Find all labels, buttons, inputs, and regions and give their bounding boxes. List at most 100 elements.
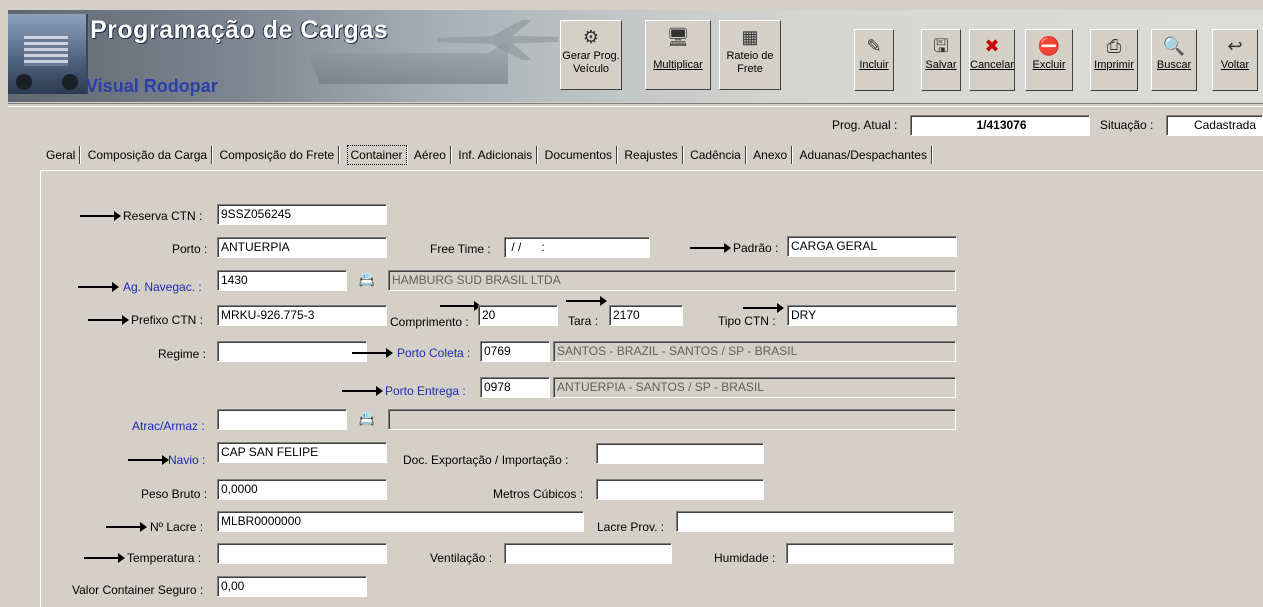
back-icon: ↩ [1227,36,1243,56]
navio-label[interactable]: Navio : [168,453,205,467]
porto-coleta-code-input[interactable]: 0769 [480,341,550,362]
n-lacre-input[interactable]: MLBR0000000 [217,511,584,532]
buscar-button[interactable]: 🔍 Buscar [1151,29,1197,91]
veiculo-label: Veículo [572,63,610,75]
tab-strip: Geral Composição da Carga Composição do … [46,145,936,166]
lookup-icon[interactable]: 📇 [357,270,377,290]
lacre-prov-input[interactable] [676,511,954,532]
imprimir-button[interactable]: ⎙ Imprimir [1090,29,1138,91]
situacao-field: Cadastrada [1166,115,1263,136]
cancelar-button[interactable]: ✖ Cancelar [969,29,1015,91]
required-arrow-icon [743,303,784,313]
rateio-frete-button[interactable]: ▦ Rateio de Frete [719,20,781,90]
multiplicar-button[interactable]: 🖥 Multiplicar [645,20,711,90]
header-divider [8,103,1263,107]
doc-exportacao-input[interactable] [596,443,764,464]
porto-entrega-code-input[interactable]: 0978 [480,377,550,398]
required-arrow-icon [690,243,731,253]
truck-logo-icon [8,14,88,94]
search-icon: 🔍 [1162,36,1186,56]
tab-geral[interactable]: Geral [46,146,81,164]
incluir-label: Incluir [859,59,889,71]
prefixo-ctn-input[interactable]: MRKU-926.775-3 [217,305,387,326]
free-time-label: Free Time : [430,242,491,256]
tab-documentos[interactable]: Documentos [545,146,618,164]
humidade-input[interactable] [786,543,954,564]
excluir-button[interactable]: ⛔ Excluir [1025,29,1073,91]
padrao-input[interactable]: CARGA GERAL [787,236,957,257]
lookup-icon[interactable]: 📇 [357,409,377,429]
metros-cubicos-label: Metros Cúbicos : [493,487,584,501]
reserva-ctn-label: Reserva CTN : [123,209,203,223]
tab-reajustes[interactable]: Reajustes [624,146,683,164]
navio-input[interactable]: CAP SAN FELIPE [217,442,387,463]
salvar-button[interactable]: 🖫 Salvar [921,29,961,91]
atrac-armaz-code-input[interactable] [217,409,347,430]
porto-input[interactable]: ANTUERPIA [217,237,387,258]
metros-cubicos-input[interactable] [596,479,764,500]
save-icon: 🖫 [933,36,949,56]
peso-bruto-label: Peso Bruto : [141,487,208,501]
app-title: Programação de Cargas [90,16,389,44]
tara-input[interactable]: 2170 [609,305,683,326]
app-subtitle: Visual Rodopar [86,76,218,96]
required-arrow-icon [342,386,383,396]
excluir-label: Excluir [1032,59,1066,71]
valor-container-seguro-label: Valor Container Seguro : [72,583,204,597]
required-arrow-icon [352,348,393,358]
ventilacao-input[interactable] [504,543,672,564]
valor-container-seguro-input[interactable]: 0,00 [217,576,367,597]
tab-aereo[interactable]: Aéreo [414,146,451,164]
tab-inf-adicionais[interactable]: Inf. Adicionais [458,146,538,164]
required-arrow-icon [80,211,121,221]
rateio-label: Rateio de [726,50,774,62]
required-arrow-icon [78,282,119,292]
tab-composicao-carga[interactable]: Composição da Carga [88,146,213,164]
gear-truck-icon: ⚙ [582,27,600,47]
ship-illustration [308,40,508,84]
cancel-icon: ✖ [984,36,1000,56]
tipo-ctn-label: Tipo CTN : [718,314,776,328]
temperatura-input[interactable] [217,543,387,564]
ventilacao-label: Ventilação : [430,551,493,565]
peso-bruto-input[interactable]: 0,0000 [217,479,387,500]
free-time-input[interactable]: / / : [504,237,650,258]
ag-navegac-label[interactable]: Ag. Navegac. : [123,280,202,294]
multiplicar-label: Multiplicar [653,59,703,71]
tipo-ctn-input[interactable]: DRY [787,305,957,326]
voltar-label: Voltar [1220,59,1250,71]
split-icon: ▦ [741,27,759,47]
porto-coleta-name-field: SANTOS - BRAZIL - SANTOS / SP - BRASIL [553,341,956,362]
ag-navegac-code-input[interactable]: 1430 [217,270,347,291]
reserva-ctn-input[interactable]: 9SSZ056245 [217,204,387,225]
gerar-prog-label: Gerar Prog. [562,50,620,62]
porto-coleta-label[interactable]: Porto Coleta : [397,346,470,360]
voltar-button[interactable]: ↩ Voltar [1212,29,1258,91]
comprimento-label: Comprimento : [390,315,469,329]
atrac-armaz-label[interactable]: Atrac/Armaz : [132,419,205,433]
imprimir-label: Imprimir [1094,59,1134,71]
tab-composicao-frete[interactable]: Composição do Frete [219,146,340,164]
padrao-label: Padrão : [733,241,779,255]
situacao-label: Situação : [1100,118,1154,132]
tab-anexo[interactable]: Anexo [753,146,793,164]
tara-label: Tara : [568,314,599,328]
tab-container[interactable]: Container [346,145,407,165]
porto-entrega-label[interactable]: Porto Entrega : [385,384,466,398]
ag-navegac-name-field: HAMBURG SUD BRASIL LTDA [388,270,956,291]
regime-input[interactable] [217,341,367,362]
required-arrow-icon [566,296,607,306]
buscar-label: Buscar [1156,59,1192,71]
required-arrow-icon [88,315,129,325]
gerar-prog-veiculo-button[interactable]: ⚙ Gerar Prog. Veículo [560,20,622,90]
tab-aduanas[interactable]: Aduanas/Despachantes [800,146,932,164]
incluir-button[interactable]: ✎ Incluir [854,29,894,91]
comprimento-input[interactable]: 20 [478,305,558,326]
doc-exportacao-label: Doc. Exportação / Importação : [403,453,569,467]
required-arrow-icon [440,301,481,311]
tab-cadencia[interactable]: Cadência [690,146,746,164]
prog-atual-field: 1/413076 [910,115,1090,136]
required-arrow-icon [106,522,147,532]
atrac-armaz-name-field [388,409,956,430]
new-icon: ✎ [866,36,882,56]
